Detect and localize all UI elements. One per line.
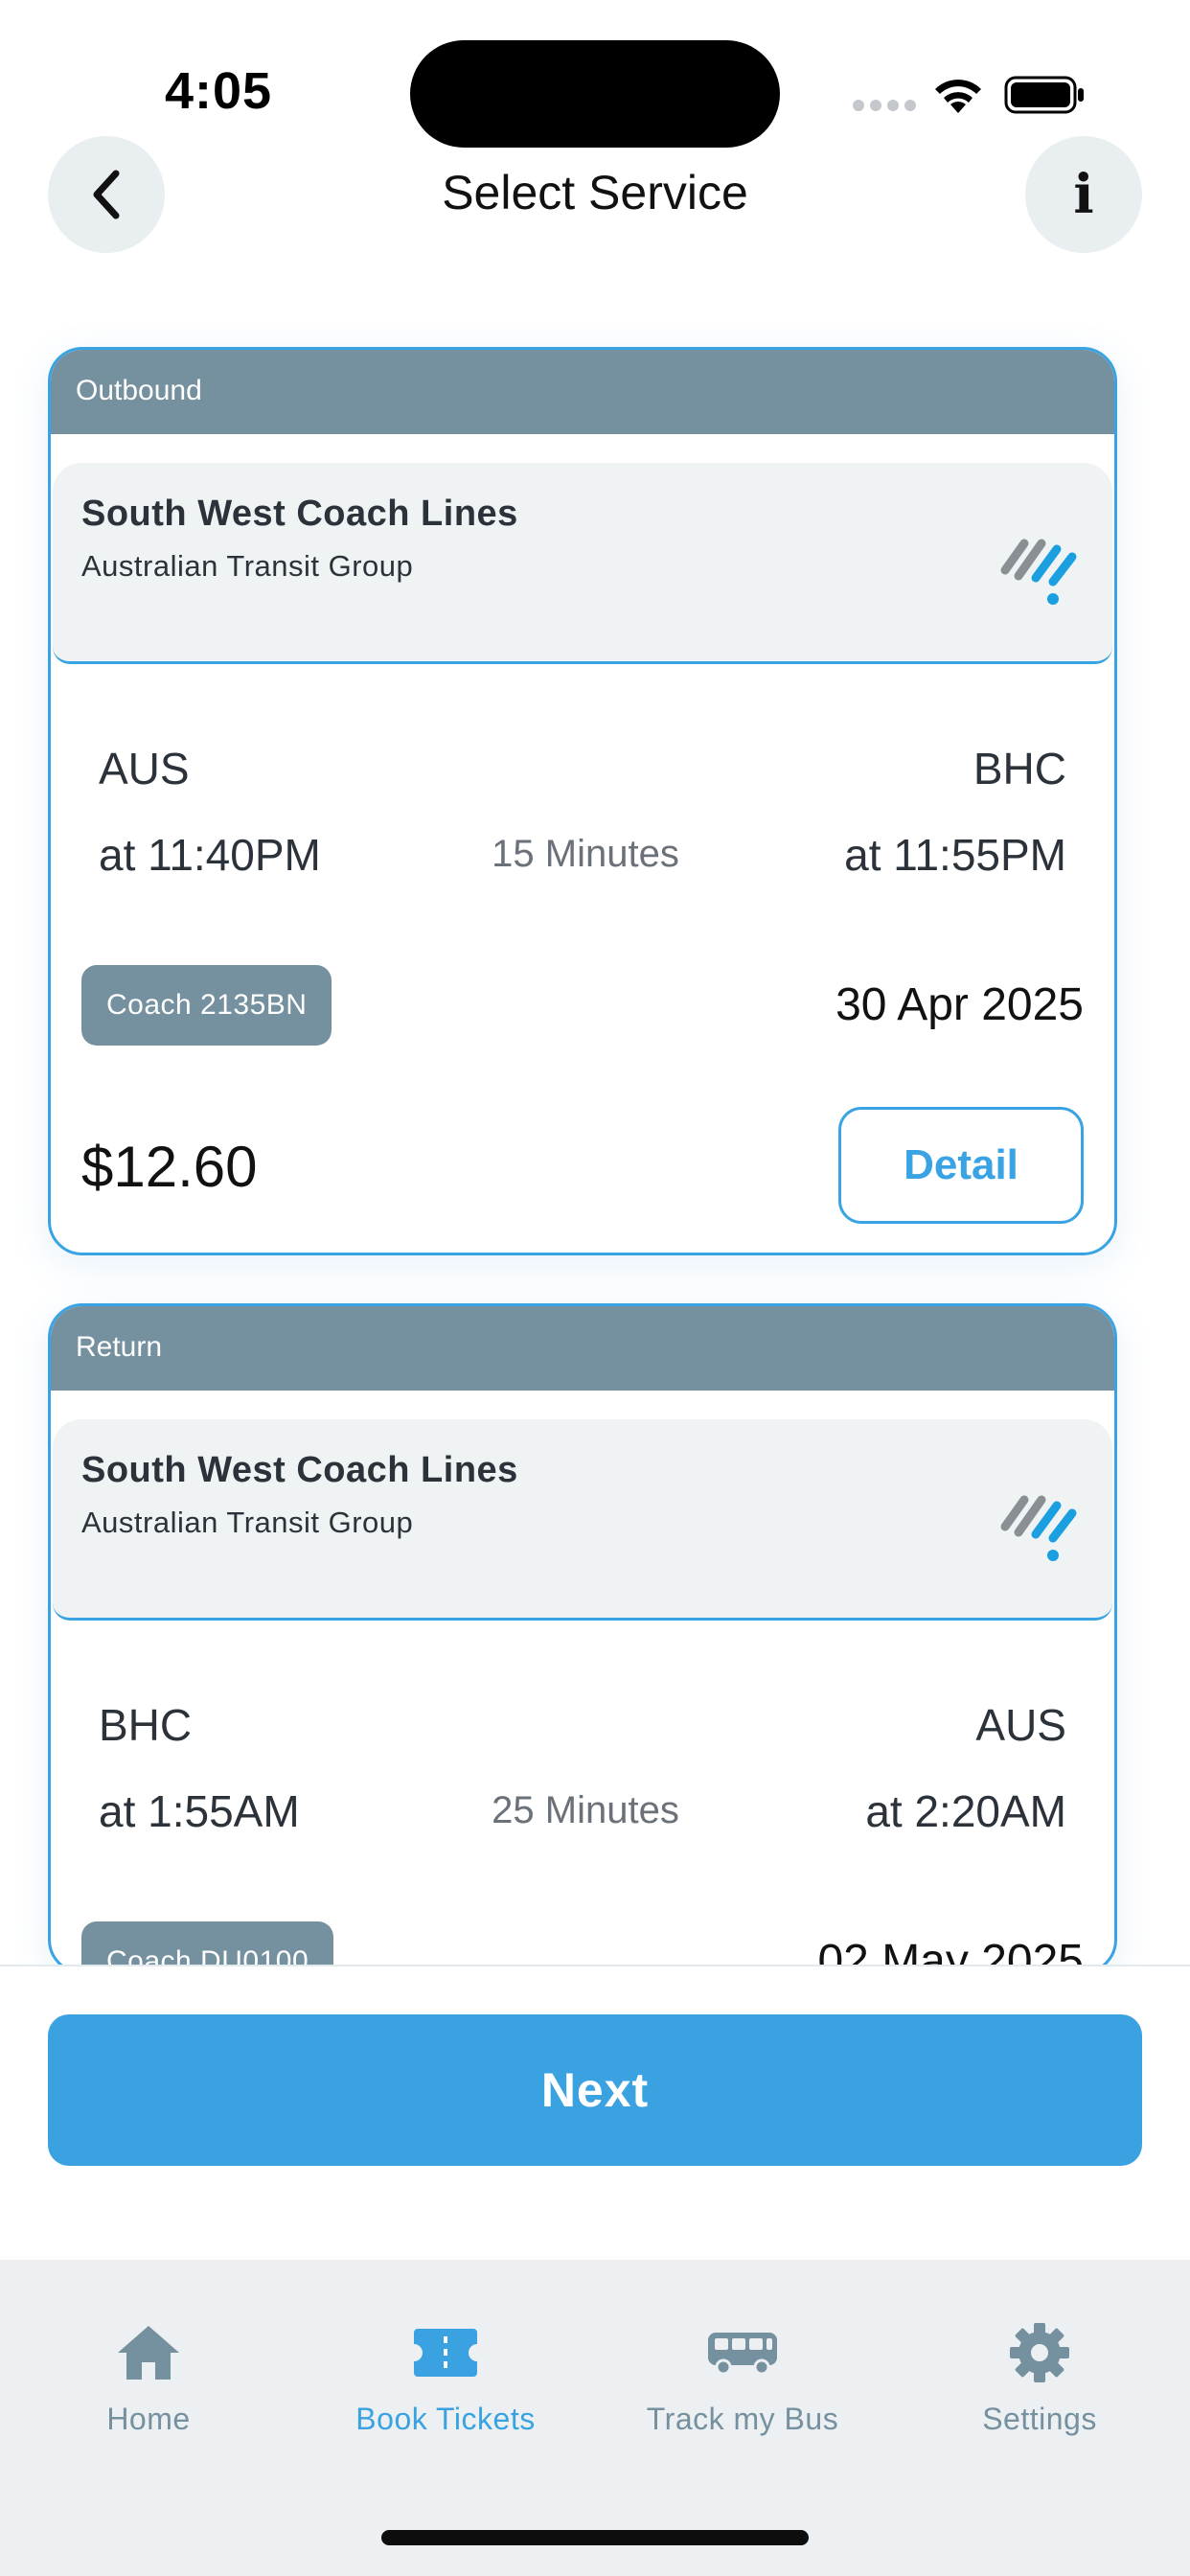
detail-button[interactable]: Detail <box>838 1107 1084 1224</box>
operator-group: Australian Transit Group <box>81 1506 414 1539</box>
departure-time: at 11:40PM <box>99 830 321 880</box>
wifi-icon <box>935 80 981 113</box>
ticket-icon <box>414 2329 477 2377</box>
operator-box: South West Coach Lines Australian Transi… <box>53 1419 1112 1621</box>
destination-code: BHC <box>973 744 1066 794</box>
operator-logo-icon <box>1000 539 1077 605</box>
tab-settings[interactable]: Settings <box>891 2319 1188 2437</box>
return-trip-card: Return South West Coach Lines Australian… <box>48 1303 1117 1974</box>
operator-box: South West Coach Lines Australian Transi… <box>53 463 1112 664</box>
next-button[interactable]: Next <box>48 2014 1142 2166</box>
battery-icon <box>1004 76 1084 114</box>
departure-time: at 1:55AM <box>99 1786 300 1836</box>
operator-name: South West Coach Lines <box>81 494 518 534</box>
fare-price: $12.60 <box>81 1135 258 1199</box>
operator-name: South West Coach Lines <box>81 1450 518 1490</box>
operator-group: Australian Transit Group <box>81 549 414 583</box>
status-time: 4:05 <box>165 62 273 120</box>
dynamic-island <box>410 40 780 148</box>
page-title: Select Service <box>442 166 748 219</box>
origin-code: AUS <box>99 744 190 794</box>
travel-date: 30 Apr 2025 <box>835 979 1084 1030</box>
arrival-time: at 11:55PM <box>844 830 1066 880</box>
tab-track-my-bus[interactable]: Track my Bus <box>594 2319 891 2437</box>
bus-icon <box>708 2333 777 2375</box>
arrival-time: at 2:20AM <box>865 1786 1066 1836</box>
origin-code: BHC <box>99 1700 193 1750</box>
home-icon <box>118 2326 179 2380</box>
trip-duration: 25 Minutes <box>492 1789 679 1831</box>
tab-label: Track my Bus <box>646 2402 839 2436</box>
section-label: Return <box>51 1306 1114 1391</box>
operator-logo-icon <box>1000 1495 1077 1561</box>
tab-home[interactable]: Home <box>0 2319 297 2437</box>
tab-label: Settings <box>982 2402 1097 2436</box>
gear-icon <box>1010 2323 1069 2382</box>
coach-badge: Coach 2135BN <box>81 965 332 1046</box>
destination-code: AUS <box>975 1700 1066 1750</box>
tab-book-tickets[interactable]: Book Tickets <box>297 2319 594 2437</box>
section-label: Outbound <box>51 350 1114 434</box>
cellular-signal-icon <box>853 100 916 111</box>
status-bar: 4:05 <box>0 0 1190 148</box>
info-icon: i <box>1073 163 1094 226</box>
tab-bar: Home Book Tickets Track my Bus Settings <box>0 2260 1190 2576</box>
info-button[interactable]: i <box>1025 136 1142 253</box>
tab-label: Home <box>106 2402 191 2436</box>
trip-duration: 15 Minutes <box>492 833 679 875</box>
home-indicator <box>381 2530 809 2545</box>
outbound-trip-card: Outbound South West Coach Lines Australi… <box>48 347 1117 1255</box>
tab-label: Book Tickets <box>355 2402 536 2436</box>
